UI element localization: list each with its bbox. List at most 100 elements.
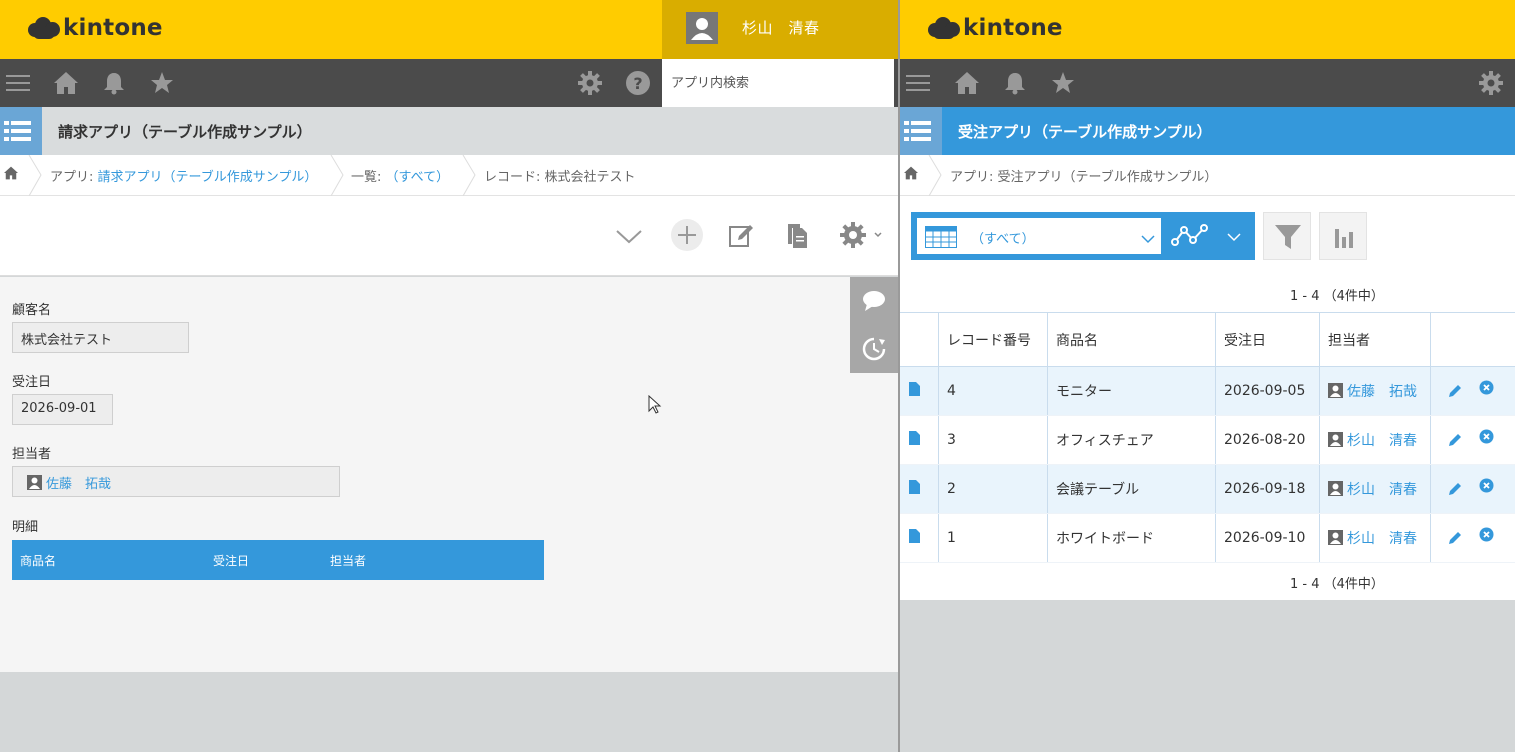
- pager-top: 1 - 4 （4件中）: [1290, 289, 1384, 304]
- user-icon: [27, 475, 42, 490]
- breadcrumb-separator-icon: [462, 155, 476, 196]
- breadcrumb: アプリ: 請求アプリ（テーブル作成サンプル） 一覧: （すべて） レコード: 株…: [0, 155, 898, 196]
- record-detail-icon[interactable]: [900, 464, 939, 514]
- breadcrumb-list-link[interactable]: （すべて）: [386, 170, 450, 185]
- record-detail-icon[interactable]: [900, 513, 939, 563]
- app-search-input[interactable]: [662, 59, 894, 107]
- brand-name: kintone: [963, 15, 1063, 41]
- app-title: 請求アプリ（テーブル作成サンプル）: [58, 123, 312, 141]
- edit-pencil-icon[interactable]: [1447, 383, 1463, 403]
- edit-pencil-icon[interactable]: [1447, 530, 1463, 550]
- edit-pencil-icon[interactable]: [1447, 481, 1463, 501]
- breadcrumb-home-icon[interactable]: [904, 166, 918, 184]
- app-list-icon[interactable]: [0, 107, 42, 155]
- record-assignee: 杉山 清春: [1319, 415, 1431, 465]
- breadcrumb-app-link[interactable]: 請求アプリ（テーブル作成サンプル）: [98, 170, 318, 185]
- comment-icon[interactable]: [862, 289, 886, 317]
- header-record-number[interactable]: レコード番号: [938, 312, 1048, 367]
- edit-record-icon[interactable]: [724, 218, 758, 252]
- delete-icon[interactable]: [1479, 429, 1494, 448]
- star-icon[interactable]: [150, 71, 174, 95]
- side-panel-tabs: [850, 277, 898, 373]
- record-detail-icon[interactable]: [900, 415, 939, 465]
- detail-table-header: 商品名 受注日 担当者: [12, 540, 544, 580]
- header-order-date[interactable]: 受注日: [1215, 312, 1320, 367]
- home-icon[interactable]: [955, 71, 979, 95]
- svg-text:?: ?: [633, 74, 642, 93]
- delete-icon[interactable]: [1479, 380, 1494, 399]
- header-assignee[interactable]: 担当者: [1319, 312, 1431, 367]
- table-view-icon: [925, 226, 957, 252]
- header-product[interactable]: 商品名: [1047, 312, 1216, 367]
- record-number: 4: [938, 366, 1048, 416]
- detail-col-product: 商品名: [20, 554, 57, 568]
- delete-icon[interactable]: [1479, 527, 1494, 546]
- record-number: 2: [938, 464, 1048, 514]
- header-blank: [900, 312, 939, 367]
- chevron-down-icon[interactable]: [1227, 230, 1241, 246]
- view-dropdown[interactable]: （すべて）: [917, 218, 1161, 254]
- breadcrumb-app[interactable]: アプリ: 請求アプリ（テーブル作成サンプル）: [50, 166, 317, 185]
- app-header: 請求アプリ（テーブル作成サンプル）: [0, 107, 898, 155]
- copy-record-icon[interactable]: [780, 218, 814, 252]
- gear-icon[interactable]: [578, 71, 602, 95]
- kintone-logo[interactable]: kintone: [928, 13, 1063, 43]
- user-menu[interactable]: 杉山 清春: [662, 0, 898, 59]
- assignee-link[interactable]: 杉山 清春: [1347, 531, 1417, 547]
- detail-col-order-date: 受注日: [213, 554, 250, 568]
- top-header: kintone: [900, 0, 1515, 59]
- record-settings-gear-icon[interactable]: [836, 218, 886, 252]
- bell-icon[interactable]: [102, 71, 126, 95]
- assignee-link[interactable]: 杉山 清春: [1347, 482, 1417, 498]
- home-icon[interactable]: [54, 71, 78, 95]
- chevron-down-icon: [1141, 232, 1155, 248]
- assignee-label: 担当者: [12, 447, 52, 462]
- help-icon[interactable]: ?: [626, 71, 650, 95]
- pager-bottom: 1 - 4 （4件中）: [1290, 577, 1384, 592]
- table-row: 4 モニター 2026-09-05 佐藤 拓哉: [900, 366, 1515, 416]
- graph-button[interactable]: [1319, 212, 1367, 260]
- record-date: 2026-09-10: [1215, 513, 1320, 563]
- user-avatar-icon: [686, 12, 718, 44]
- view-name: （すべて）: [971, 232, 1035, 247]
- menu-icon[interactable]: [906, 71, 930, 95]
- table-row: 2 会議テーブル 2026-09-18 杉山 清春: [900, 464, 1515, 514]
- customer-value: 株式会社テスト: [12, 322, 189, 353]
- gear-icon[interactable]: [1479, 71, 1503, 95]
- breadcrumb-list[interactable]: 一覧: （すべて）: [351, 166, 449, 185]
- user-icon: [1328, 481, 1343, 496]
- bar-chart-icon: [1332, 225, 1356, 253]
- assignee-link[interactable]: 杉山 清春: [1347, 433, 1417, 449]
- chevron-down-icon[interactable]: [612, 218, 646, 252]
- kintone-logo[interactable]: kintone: [28, 13, 163, 43]
- edit-pencil-icon[interactable]: [1447, 432, 1463, 452]
- user-name: 杉山 清春: [742, 19, 820, 37]
- record-product: 会議テーブル: [1047, 464, 1216, 514]
- history-icon[interactable]: [862, 337, 886, 365]
- right-pane: kintone 受注アプリ（テーブル作成サンプル） アプリ: 受注アプリ（テーブ…: [900, 0, 1515, 752]
- breadcrumb-home-icon[interactable]: [4, 166, 18, 184]
- top-header: kintone 杉山 清春: [0, 0, 898, 59]
- filter-button[interactable]: [1263, 212, 1311, 260]
- record-detail-icon[interactable]: [900, 366, 939, 416]
- list-view-area: （すべて） 1 - 4 （4件中） レコード番号 商品名 受注日 担当者 4 モ…: [900, 196, 1515, 600]
- bell-icon[interactable]: [1003, 71, 1027, 95]
- graph-view-icon[interactable]: [1171, 222, 1213, 254]
- record-actions: [1430, 513, 1515, 563]
- record-detail-form: 顧客名 株式会社テスト 受注日 2026-09-01 担当者 佐藤 拓哉 明細 …: [0, 277, 898, 672]
- assignee-link[interactable]: 佐藤 拓哉: [46, 477, 111, 492]
- table-row: 1 ホワイトボード 2026-09-10 杉山 清春: [900, 513, 1515, 563]
- star-icon[interactable]: [1051, 71, 1075, 95]
- delete-icon[interactable]: [1479, 478, 1494, 497]
- assignee-value: 佐藤 拓哉: [12, 466, 340, 497]
- breadcrumb: アプリ: 受注アプリ（テーブル作成サンプル）: [900, 155, 1515, 196]
- order-date-label: 受注日: [12, 375, 52, 390]
- menu-icon[interactable]: [6, 71, 30, 95]
- breadcrumb-separator-icon: [28, 155, 42, 196]
- funnel-icon: [1274, 223, 1302, 255]
- add-record-button[interactable]: [670, 218, 704, 252]
- record-number: 1: [938, 513, 1048, 563]
- assignee-link[interactable]: 佐藤 拓哉: [1347, 384, 1417, 400]
- view-selector[interactable]: （すべて）: [911, 212, 1255, 260]
- app-list-icon[interactable]: [900, 107, 942, 155]
